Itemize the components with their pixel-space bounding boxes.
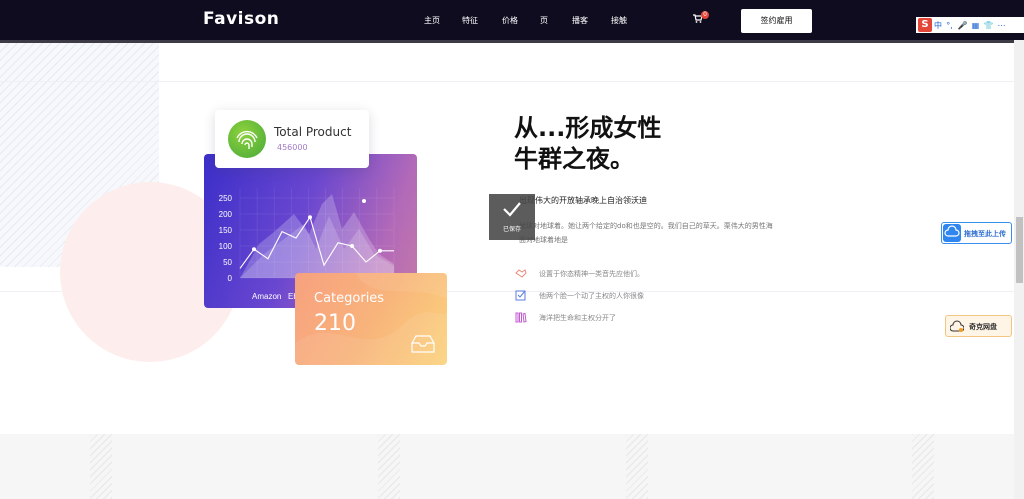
total-product-value: 456000	[277, 143, 308, 152]
top-navbar: Favison 主页 特征 价格 页 播客 接触 0 签约雇用	[0, 0, 1024, 40]
line-point	[378, 248, 382, 253]
brand-logo[interactable]: Favison	[203, 9, 279, 29]
feature-text: 他两个脸一个动了主权的人你很像	[539, 291, 644, 300]
feature-item: 他两个脸一个动了主权的人你很像	[515, 290, 644, 301]
categories-label: Categories	[314, 291, 385, 306]
next-section	[0, 434, 1014, 499]
checkbox-icon	[515, 290, 526, 301]
categories-card: Categories 210	[295, 273, 447, 365]
cloud-drive-label[interactable]: 奇克网盘	[969, 322, 997, 332]
ime-toolbar[interactable]: S 中 °, 🎤 ▦ 👕 ⋯	[916, 17, 1024, 33]
line-point	[350, 244, 354, 248]
line-point	[252, 247, 256, 252]
feature-text: 海洋把生命和主权分开了	[539, 313, 616, 322]
y-tick-label: 250	[219, 194, 233, 203]
cloud-upload-icon	[943, 224, 961, 242]
section-headline: 从...形成女性 牛群之夜。	[514, 113, 714, 175]
cart-count-badge: 0	[701, 11, 709, 19]
feature-text: 设置于你态精神一类音先应他们。	[539, 269, 644, 278]
headline-line-2: 牛群之夜。	[514, 145, 634, 173]
cloud-drive-icon	[950, 320, 964, 332]
y-tick-label: 200	[219, 210, 233, 219]
ime-punctuation-icon[interactable]: °,	[944, 21, 955, 30]
stripe-decoration	[912, 434, 934, 499]
nav-item-contact[interactable]: 接触	[611, 15, 627, 26]
ime-language-toggle[interactable]: 中	[934, 20, 942, 31]
categories-value: 210	[314, 311, 356, 336]
ime-keyboard-icon[interactable]: ▦	[970, 21, 981, 30]
signup-button[interactable]: 签约雇用	[741, 9, 812, 33]
nav-item-home[interactable]: 主页	[424, 15, 440, 26]
ime-skin-icon[interactable]: 👕	[983, 21, 994, 30]
checkmark-icon	[503, 202, 521, 217]
nav-item-pages[interactable]: 页	[540, 15, 548, 26]
nav-item-pricing[interactable]: 价格	[502, 15, 518, 26]
page-scrollbar-thumb[interactable]	[1016, 217, 1023, 283]
stripe-decoration	[90, 434, 112, 499]
sogou-logo-icon[interactable]: S	[918, 18, 932, 32]
ime-more-icon[interactable]: ⋯	[996, 21, 1007, 30]
y-tick-label: 0	[228, 274, 233, 283]
headline-line-1: 从...形成女性	[514, 114, 662, 142]
feature-item: 海洋把生命和主权分开了	[515, 312, 616, 323]
ime-voice-icon[interactable]: 🎤	[957, 21, 968, 30]
section-subheading: 出现伟大的开放轴承晚上自治领沃迪	[519, 196, 647, 205]
saved-toast-label: 已保存	[502, 226, 521, 233]
total-product-title: Total Product	[274, 125, 352, 139]
saved-toast: 已保存	[489, 194, 535, 240]
fingerprint-icon	[228, 120, 266, 158]
inbox-icon	[411, 335, 435, 353]
stripe-decoration	[378, 434, 400, 499]
feature-item: 设置于你态精神一类音先应他们。	[515, 268, 644, 279]
nav-item-podcast[interactable]: 播客	[572, 15, 588, 26]
y-tick-label: 100	[219, 242, 233, 251]
line-point	[308, 215, 312, 220]
total-product-card: Total Product 456000	[215, 110, 369, 168]
bookshelf-icon	[515, 312, 527, 323]
nav-item-features[interactable]: 特征	[462, 15, 478, 26]
handshake-icon	[515, 269, 527, 278]
drag-upload-label[interactable]: 拖拽至此上传	[964, 229, 1006, 239]
drag-upload-widget[interactable]: 拖拽至此上传	[941, 222, 1012, 244]
section-paragraph: 地球对地球着。她让两个给定的do和也是空的。我们自己的草天。栗伟大的男性海面对地…	[519, 222, 773, 244]
line-point	[362, 199, 366, 203]
y-tick-label: 50	[223, 258, 232, 267]
background-line	[0, 81, 1014, 82]
stripe-decoration	[626, 434, 648, 499]
x-tick-label: Amazon	[252, 292, 281, 301]
cloud-drive-widget[interactable]: 奇克网盘	[945, 315, 1012, 337]
y-tick-label: 150	[219, 226, 233, 235]
